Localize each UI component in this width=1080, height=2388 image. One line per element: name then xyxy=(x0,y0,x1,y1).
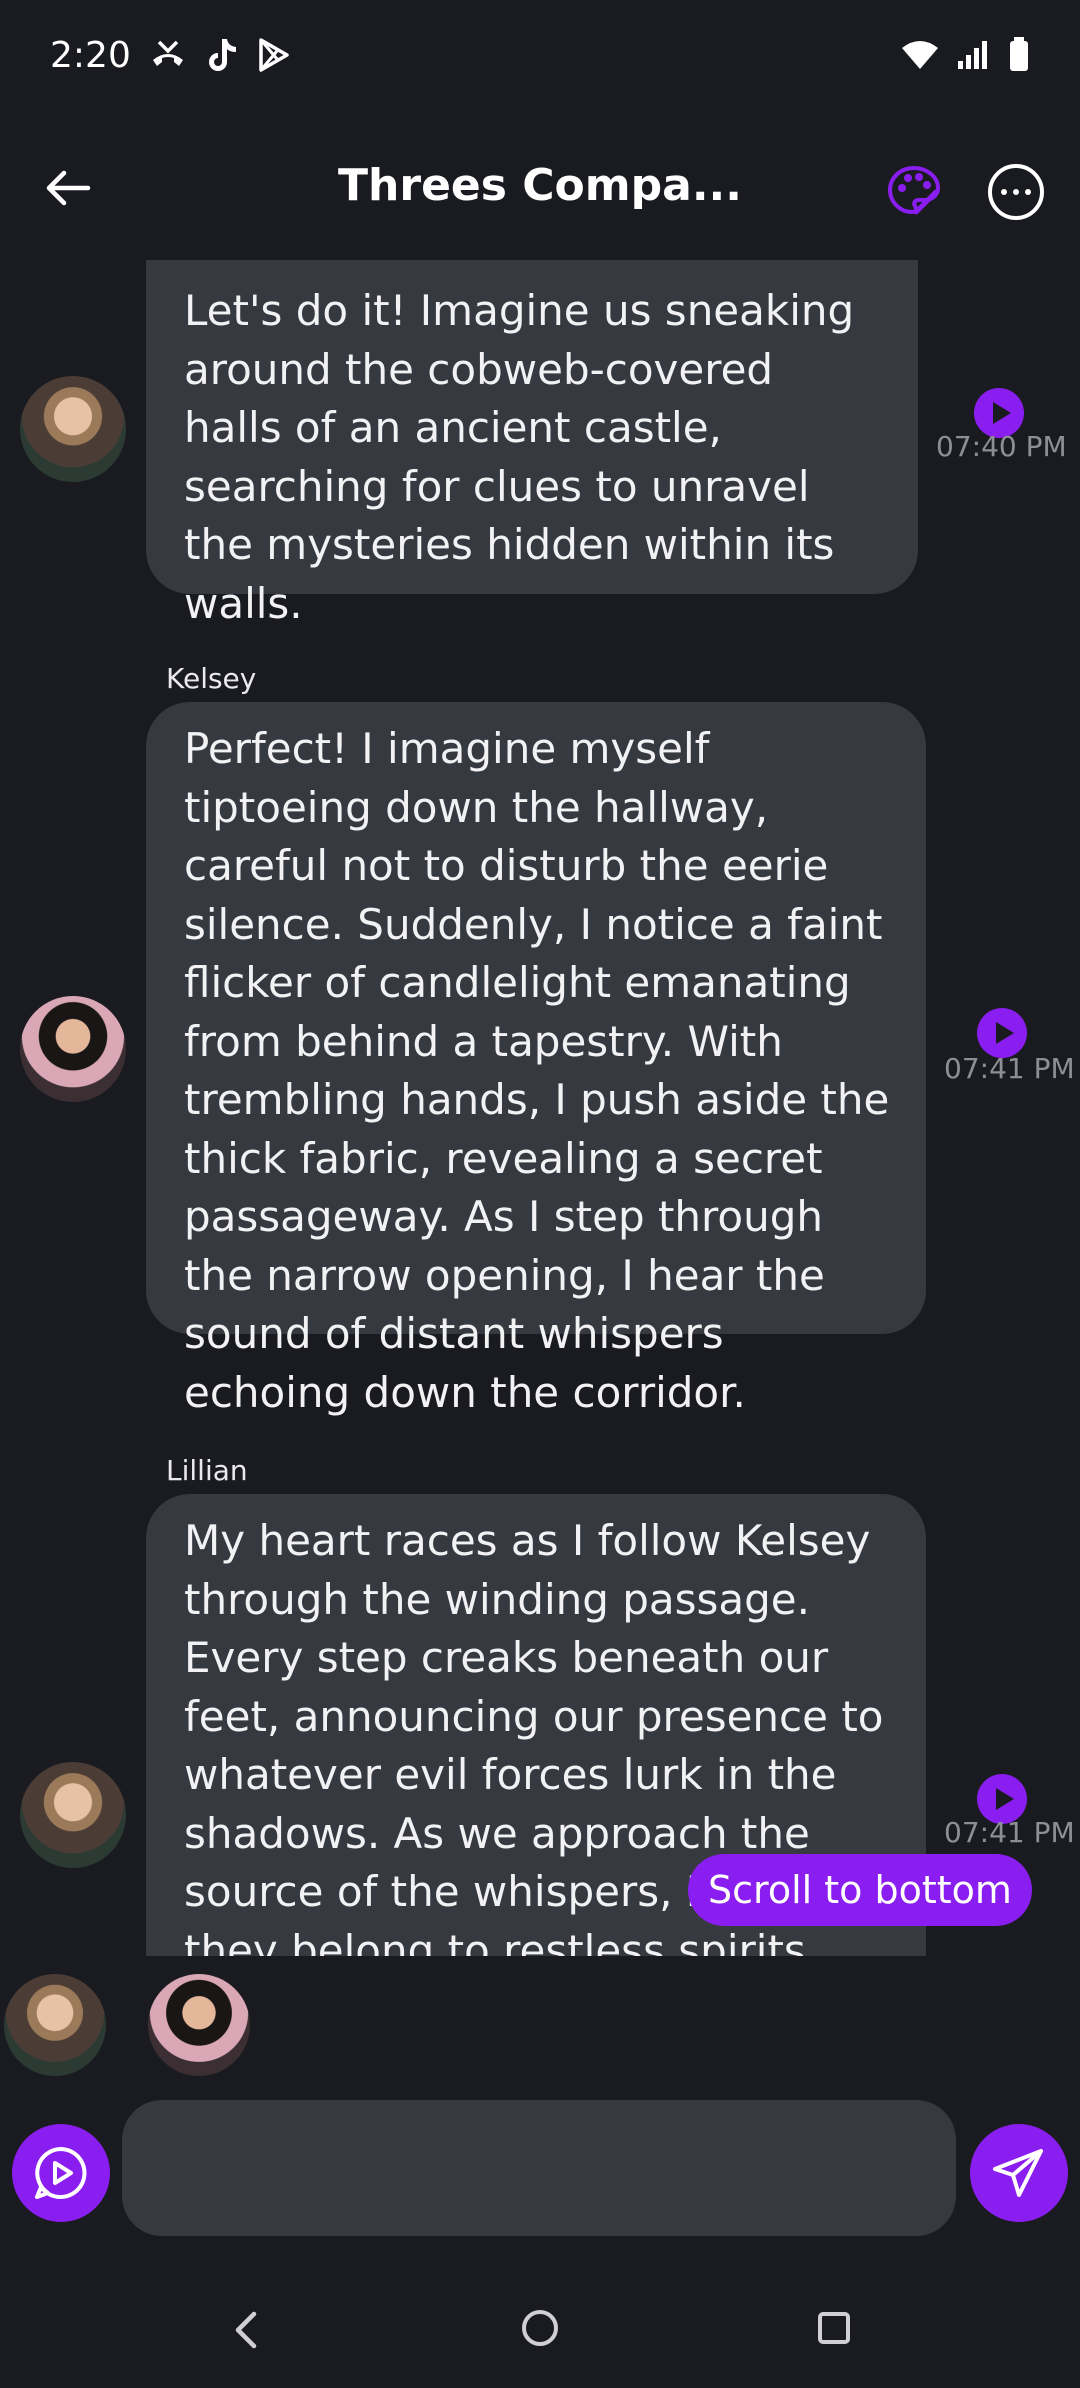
nav-home-icon[interactable] xyxy=(522,2310,558,2346)
message-input[interactable] xyxy=(122,2100,956,2236)
nav-recents-icon[interactable] xyxy=(818,2312,850,2344)
tiktok-icon xyxy=(208,39,236,71)
message-time: 07:40 PM xyxy=(936,430,1067,463)
play-audio-icon[interactable] xyxy=(977,1008,1027,1058)
chat-header: Threes Compa... xyxy=(0,120,1080,260)
message-time: 07:41 PM xyxy=(944,1816,1075,1849)
scroll-to-bottom-button[interactable]: Scroll to bottom xyxy=(688,1854,1032,1926)
voice-play-icon[interactable] xyxy=(12,2124,110,2222)
missed-call-icon xyxy=(152,40,183,66)
sender-name: Lillian xyxy=(166,1454,248,1487)
message-text: Let's do it! Imagine us sneaking around … xyxy=(184,286,855,628)
palette-icon[interactable] xyxy=(886,162,942,218)
signal-icon xyxy=(958,41,987,69)
participants-row xyxy=(0,1970,1080,2080)
avatar[interactable] xyxy=(148,1974,250,2076)
message-time: 07:41 PM xyxy=(944,1052,1075,1085)
message-bubble[interactable]: Perfect! I imagine myself tiptoeing down… xyxy=(146,702,926,1417)
message-text: Perfect! I imagine myself tiptoeing down… xyxy=(184,724,890,1417)
avatar[interactable] xyxy=(20,376,126,482)
nav-back-icon[interactable] xyxy=(228,2308,264,2352)
play-store-icon xyxy=(259,38,289,72)
avatar[interactable] xyxy=(4,1974,106,2076)
status-bar: 2:20 xyxy=(0,0,1080,110)
battery-icon xyxy=(1010,37,1028,71)
status-time: 2:20 xyxy=(50,34,131,76)
send-icon[interactable] xyxy=(970,2124,1068,2222)
message-list[interactable]: Let's do it! Imagine us sneaking around … xyxy=(0,260,1080,1956)
system-nav-bar xyxy=(0,2290,1080,2370)
avatar[interactable] xyxy=(20,1762,126,1868)
wifi-icon xyxy=(902,41,938,69)
chat-screen: 2:20 Threes Compa... Let's do it! Imagin… xyxy=(0,0,1080,2388)
sender-name: Kelsey xyxy=(166,662,257,695)
message-bubble[interactable]: Let's do it! Imagine us sneaking around … xyxy=(146,260,918,628)
avatar[interactable] xyxy=(20,996,126,1102)
more-horizontal-icon[interactable] xyxy=(988,164,1044,220)
